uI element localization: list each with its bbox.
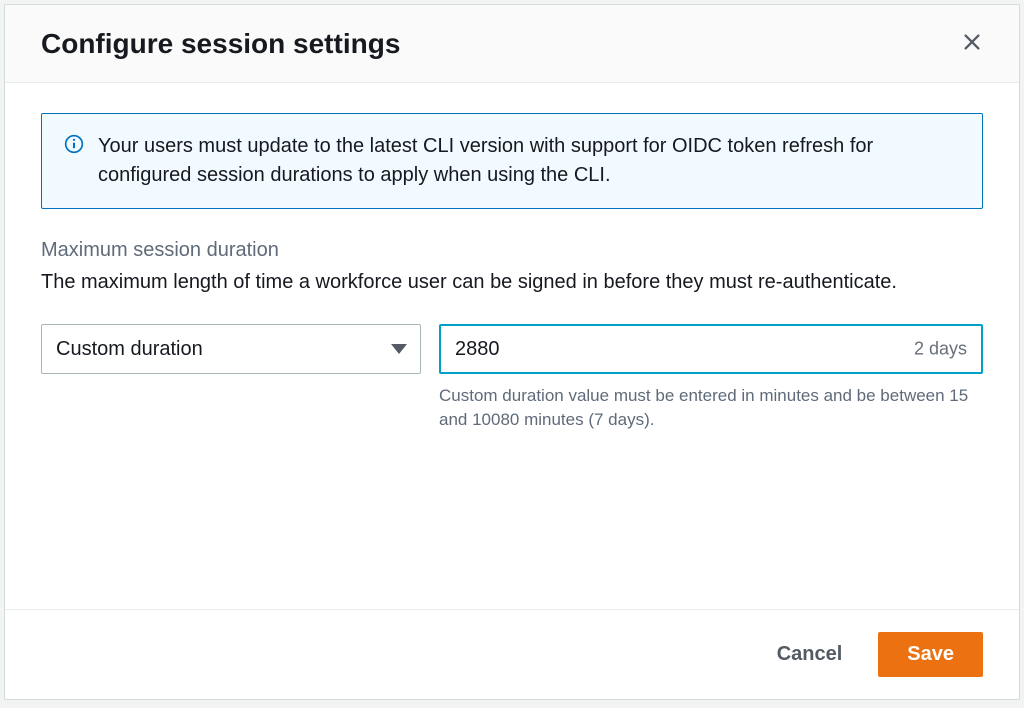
close-icon — [961, 31, 983, 53]
modal-body: Your users must update to the latest CLI… — [5, 83, 1019, 609]
info-banner: Your users must update to the latest CLI… — [41, 113, 983, 209]
field-description: The maximum length of time a workforce u… — [41, 268, 983, 296]
duration-help-text: Custom duration value must be entered in… — [439, 384, 983, 432]
modal-title: Configure session settings — [41, 28, 400, 60]
input-row: Custom duration 2 days Custom duration v… — [41, 324, 983, 432]
duration-input-wrap: 2 days — [439, 324, 983, 374]
duration-select-wrap: Custom duration — [41, 324, 421, 374]
modal-header: Configure session settings — [5, 5, 1019, 83]
duration-input[interactable] — [439, 324, 983, 374]
cancel-button[interactable]: Cancel — [769, 633, 851, 676]
session-settings-modal: Configure session settings Your users mu… — [4, 4, 1020, 700]
duration-select[interactable]: Custom duration — [41, 324, 421, 374]
info-icon — [64, 134, 84, 159]
duration-select-value: Custom duration — [56, 338, 203, 361]
save-button[interactable]: Save — [878, 632, 983, 677]
field-label: Maximum session duration — [41, 239, 983, 262]
modal-footer: Cancel Save — [5, 609, 1019, 699]
close-button[interactable] — [955, 25, 989, 62]
duration-input-column: 2 days Custom duration value must be ent… — [439, 324, 983, 432]
info-banner-text: Your users must update to the latest CLI… — [98, 132, 960, 190]
